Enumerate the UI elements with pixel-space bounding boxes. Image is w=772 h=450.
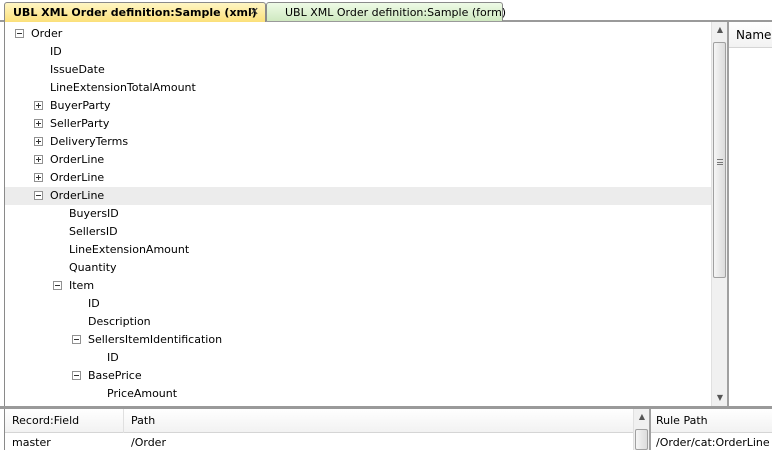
tree-node[interactable]: LineExtensionAmount — [5, 241, 711, 259]
tree-node[interactable]: Item — [5, 277, 711, 295]
rule-path-header[interactable]: Rule Path — [651, 409, 772, 433]
tree-node-label: LineExtensionTotalAmount — [50, 81, 196, 94]
tree-node[interactable]: SellerParty — [5, 115, 711, 133]
tab-xml-view-label: UBL XML Order definition:Sample (xml) — [13, 6, 257, 19]
tree-node[interactable]: OrderLine — [5, 151, 711, 169]
tree-node[interactable]: Description — [5, 313, 711, 331]
expand-icon[interactable] — [34, 119, 43, 128]
grid-header: Record:Field Path — [5, 409, 634, 433]
rule-path-value[interactable]: /Order/cat:OrderLine — [651, 435, 772, 450]
scrollbar-thumb[interactable] — [713, 42, 726, 278]
grip-icon — [717, 159, 723, 165]
scroll-down-icon[interactable]: ▼ — [712, 390, 728, 406]
tree-node-label: SellerParty — [50, 117, 110, 130]
mapping-grid: Record:Field Path master /Order — [4, 409, 634, 450]
scrollbar-thumb[interactable] — [635, 429, 648, 450]
column-header-path[interactable]: Path — [124, 409, 634, 433]
column-header-record-field[interactable]: Record:Field — [5, 409, 124, 433]
properties-panel: Name — [727, 22, 772, 406]
rule-path-panel: Rule Path /Order/cat:OrderLine — [649, 409, 772, 450]
tree-node[interactable]: OrderLine — [5, 169, 711, 187]
tree-node-label: Quantity — [69, 261, 117, 274]
tree-node[interactable]: ID — [5, 349, 711, 367]
grid-vertical-scrollbar[interactable]: ▲ — [633, 409, 649, 450]
tree-node[interactable]: Quantity — [5, 259, 711, 277]
tree-node-label: Description — [88, 315, 151, 328]
cell-path[interactable]: /Order — [124, 435, 624, 450]
tree-node-label: LineExtensionAmount — [69, 243, 190, 256]
expand-icon[interactable] — [34, 173, 43, 182]
tree-node-label: IssueDate — [50, 63, 105, 76]
tree-node-label: ID — [50, 45, 62, 58]
tree-node[interactable]: BuyersID — [5, 205, 711, 223]
tree-node[interactable]: SellersID — [5, 223, 711, 241]
collapse-icon[interactable] — [34, 191, 43, 200]
tree-node-label: BuyerParty — [50, 99, 111, 112]
tree-node-label: Order — [31, 27, 63, 40]
tab-form-view-label: UBL XML Order definition:Sample (form) — [285, 6, 507, 19]
tree-node[interactable]: DeliveryTerms — [5, 133, 711, 151]
scroll-up-icon[interactable]: ▲ — [634, 409, 650, 425]
tree-node-label: OrderLine — [50, 153, 105, 166]
expand-icon[interactable] — [34, 101, 43, 110]
cell-record-field[interactable]: master — [5, 435, 124, 450]
tree-node[interactable]: ID — [5, 295, 711, 313]
tree-node-label: ID — [107, 351, 119, 364]
name-column-header[interactable]: Name — [729, 22, 772, 48]
scroll-up-icon[interactable]: ▲ — [712, 22, 728, 38]
collapse-icon[interactable] — [15, 29, 24, 38]
collapse-icon[interactable] — [53, 281, 62, 290]
close-icon[interactable]: ✕ — [250, 5, 259, 18]
tree-node-label: Item — [69, 279, 95, 292]
tree-node-label: OrderLine — [50, 171, 105, 184]
expand-icon[interactable] — [34, 155, 43, 164]
tab-form-view[interactable]: UBL XML Order definition:Sample (form) — [266, 2, 507, 21]
tree-vertical-scrollbar[interactable]: ▲ ▼ — [711, 22, 727, 406]
tree-node-label: SellersItemIdentification — [88, 333, 223, 346]
document-tab-strip: UBL XML Order definition:Sample (xml) ✕ … — [0, 0, 772, 22]
tree-node[interactable]: OrderLine — [5, 187, 711, 205]
tree-node[interactable]: SellersItemIdentification — [5, 331, 711, 349]
tree-node[interactable]: PriceAmount — [5, 385, 711, 403]
xml-tree-panel: Order ID IssueDate LineExtensionTotalAmount… — [4, 22, 711, 406]
tree-node[interactable]: BuyerParty — [5, 97, 711, 115]
tab-xml-view[interactable]: UBL XML Order definition:Sample (xml) ✕ — [4, 2, 266, 22]
tree-node-label: PriceAmount — [107, 387, 178, 400]
tree-node[interactable]: LineExtensionTotalAmount — [5, 79, 711, 97]
tree-node-label: BasePrice — [88, 369, 142, 382]
collapse-icon[interactable] — [72, 371, 81, 380]
tree-node[interactable]: BasePrice — [5, 367, 711, 385]
tree-node[interactable]: IssueDate — [5, 61, 711, 79]
tree-node[interactable]: Order — [5, 25, 711, 43]
tree-node-label: OrderLine — [50, 189, 105, 202]
tree-node-label: DeliveryTerms — [50, 135, 129, 148]
tree-node[interactable]: ID — [5, 43, 711, 61]
tree-node-label: SellersID — [69, 225, 118, 238]
tree-node-label: ID — [88, 297, 100, 310]
tree-node-label: BuyersID — [69, 207, 119, 220]
collapse-icon[interactable] — [72, 335, 81, 344]
expand-icon[interactable] — [34, 137, 43, 146]
